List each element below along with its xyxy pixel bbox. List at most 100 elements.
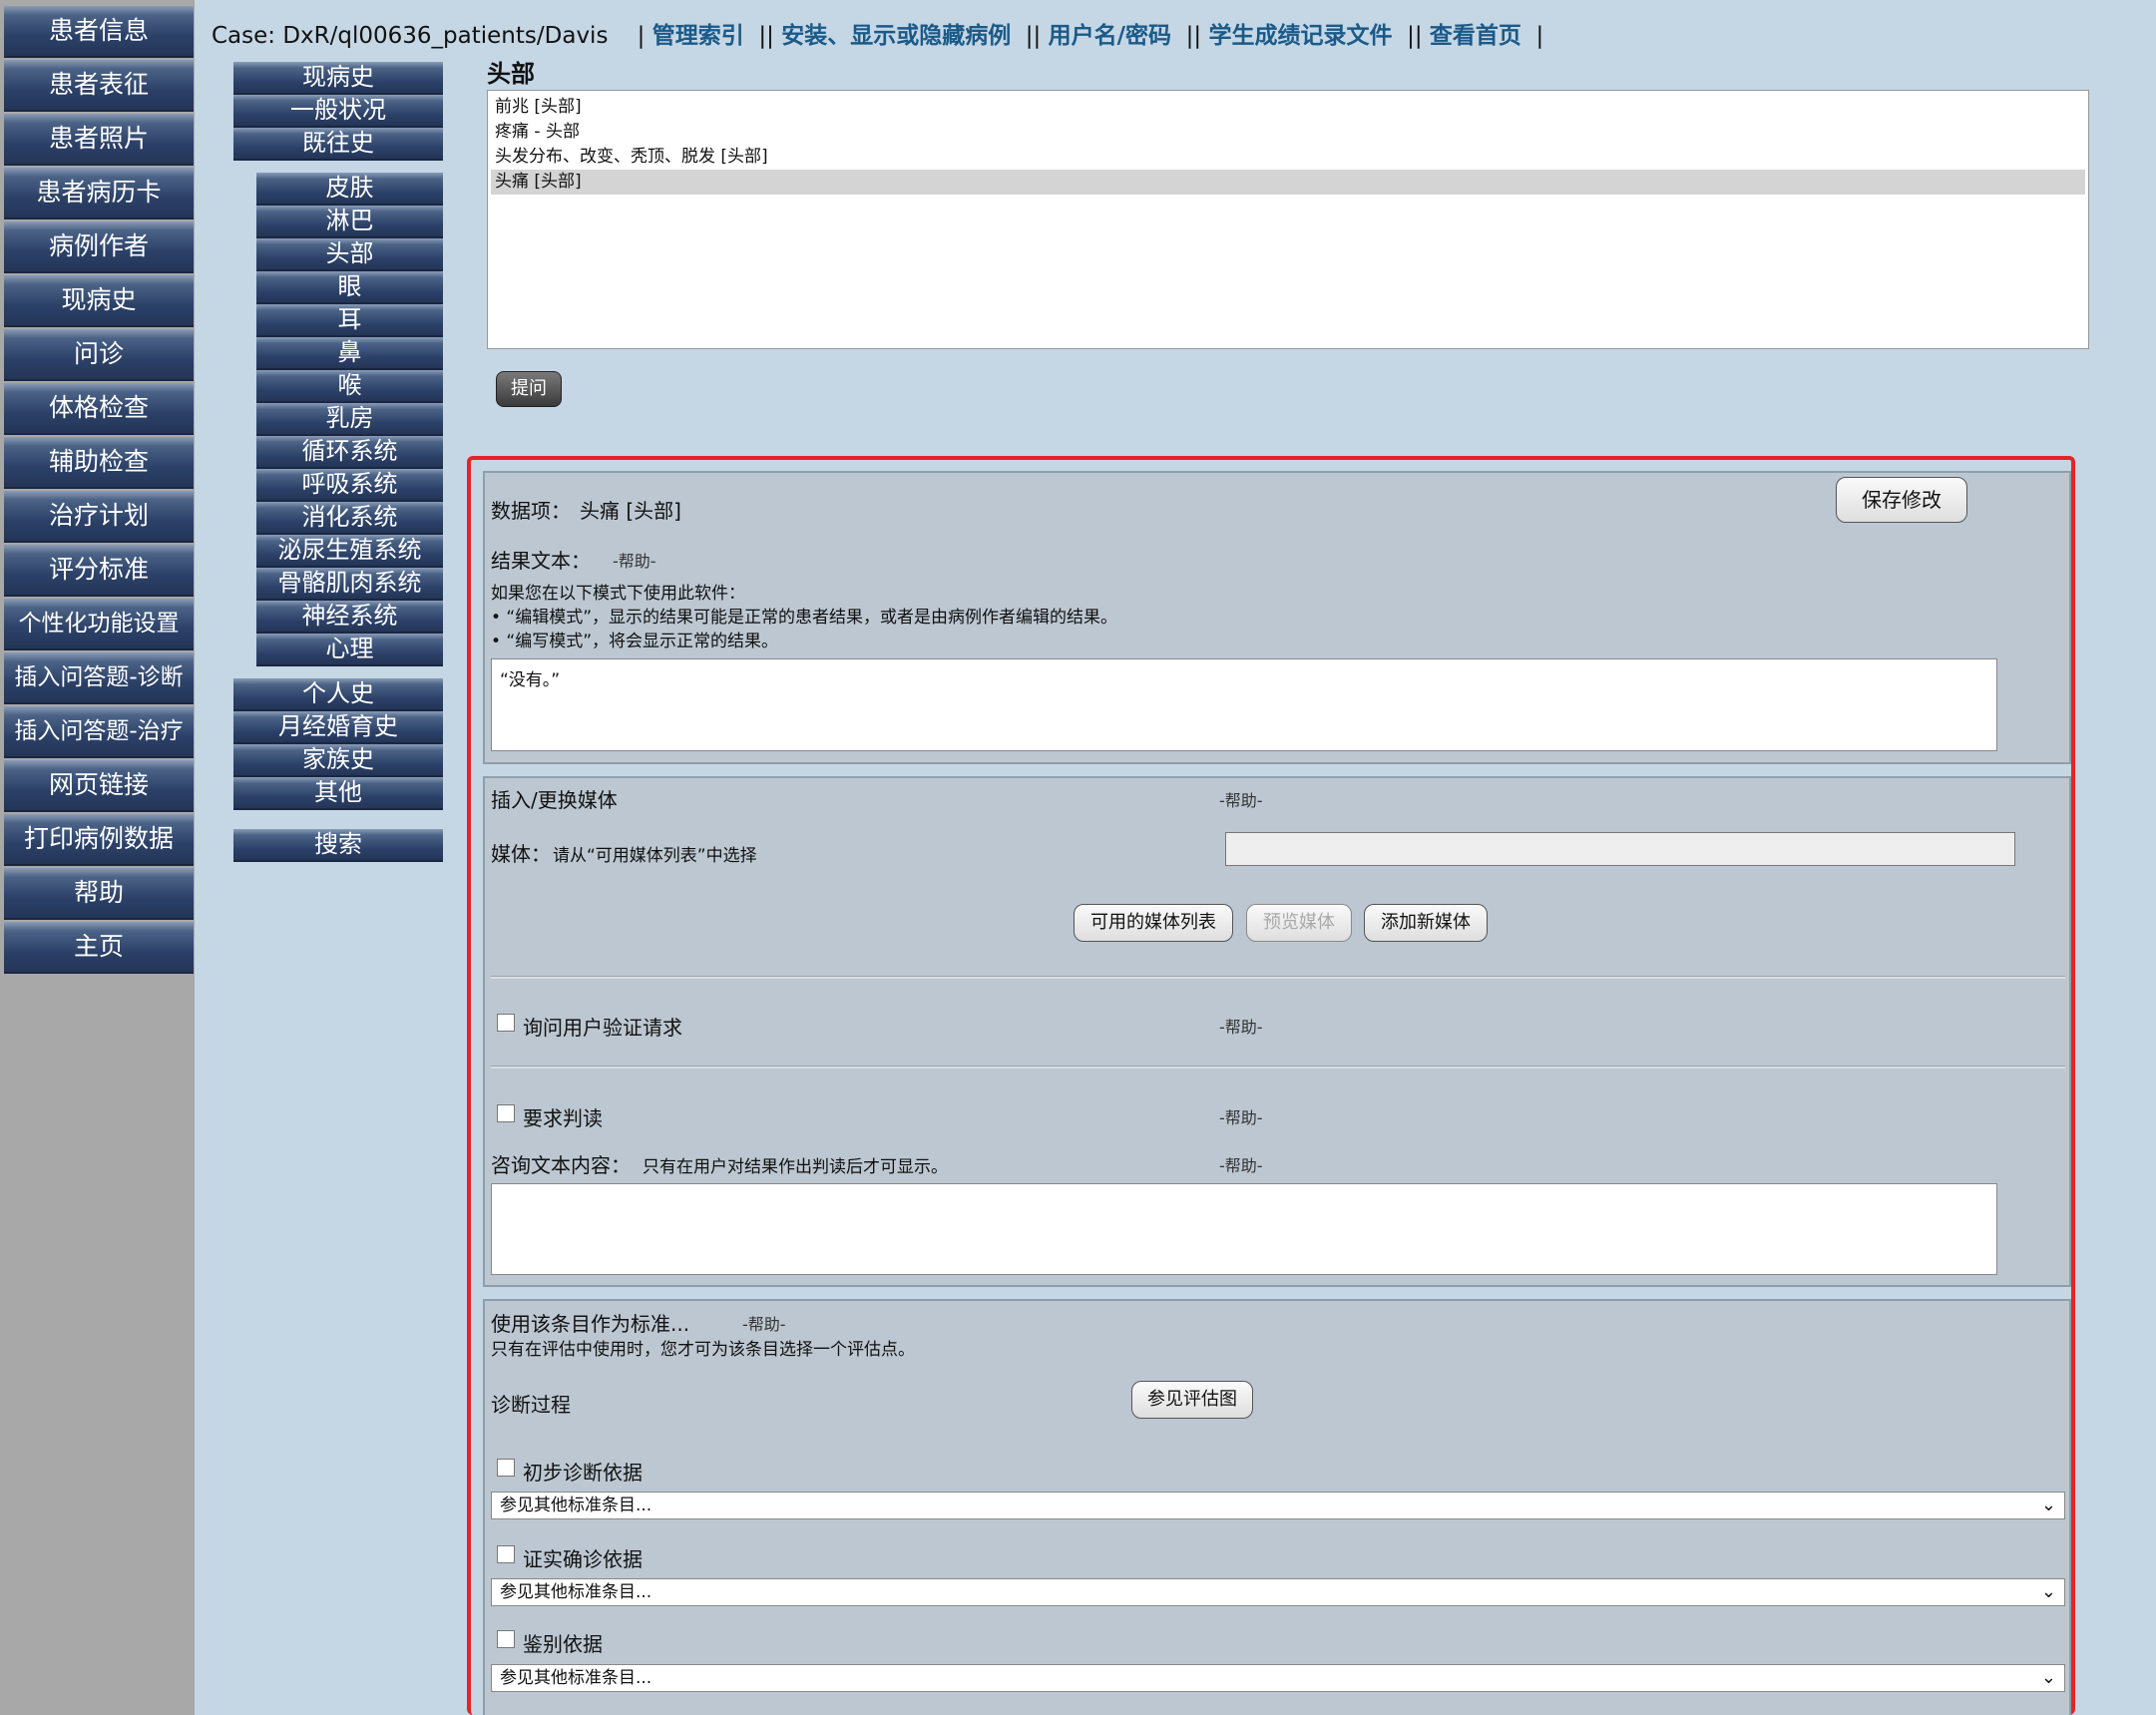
left-nav-item-10[interactable]: 评分标准 [4,545,194,597]
diagnosis-process-label: 诊断过程 [491,1393,571,1417]
initial-diagnosis-checkbox[interactable] [497,1459,515,1477]
left-nav-item-12[interactable]: 插入问答题-诊断 [4,652,194,704]
section-nav-section_nav-group2-9[interactable]: 呼吸系统 [256,469,443,502]
data-item-value: 头痛 [头部] [580,499,681,523]
section-nav-section_nav-group3-2[interactable]: 家族史 [233,744,443,777]
verify-request-checkbox[interactable] [497,1014,515,1032]
section-nav-section_nav-group3-1[interactable]: 月经婚育史 [233,711,443,744]
link-admin-index[interactable]: 管理索引 [652,23,744,49]
link-home-page[interactable]: 查看首页 [1430,23,1521,49]
section-nav-section_nav-group2-2[interactable]: 头部 [256,238,443,271]
media-field[interactable] [1225,832,2015,866]
result-help-link[interactable]: -帮助- [613,548,656,572]
link-student-records[interactable]: 学生成绩记录文件 [1208,23,1392,49]
left-nav-item-16[interactable]: 帮助 [4,868,194,920]
section-nav-section_nav-group1-0[interactable]: 现病史 [233,62,443,95]
differential-diagnosis-label: 鉴别依据 [523,1632,603,1656]
verify-help-link[interactable]: -帮助- [1219,1014,1263,1038]
left-nav-item-1[interactable]: 患者表征 [4,60,194,112]
mode-intro: 如果您在以下模式下使用此软件： [491,584,745,604]
standard-help-link[interactable]: -帮助- [742,1311,786,1335]
link-install-cases[interactable]: 安装、显示或隐藏病例 [781,23,1011,49]
left-nav-item-17[interactable]: 主页 [4,922,194,974]
section-nav-section_nav-group2-8[interactable]: 循环系统 [256,436,443,469]
differential-diagnosis-select[interactable]: 参见其他标准条目... ⌄ [491,1664,2065,1692]
section-nav-section_nav-group2-0[interactable]: 皮肤 [256,173,443,206]
section-nav-section_nav-group2-10[interactable]: 消化系统 [256,502,443,535]
standard-note: 只有在评估中使用时，您才可为该条目选择一个评估点。 [491,1340,915,1360]
consult-text-label: 咨询文本内容： [491,1153,631,1177]
section-nav-section_nav-group1-2[interactable]: 既往史 [233,128,443,161]
section-nav-section_nav-group2-4[interactable]: 耳 [256,304,443,337]
left-nav-item-5[interactable]: 现病史 [4,275,194,327]
top-link-bar: Case: DxR/ql00636_patients/Davis | 管理索引 … [212,23,1544,49]
left-nav-item-8[interactable]: 辅助检查 [4,437,194,489]
section-nav-section_nav-group2-14[interactable]: 心理 [256,634,443,666]
media-hint: 请从“可用媒体列表”中选择 [553,846,757,866]
consult-text-hint: 只有在用户对结果作出判读后才可显示。 [643,1157,948,1177]
left-nav-item-15[interactable]: 打印病例数据 [4,814,194,866]
section-nav-section_nav-group2-1[interactable]: 淋巴 [256,206,443,238]
left-nav-item-13[interactable]: 插入问答题-治疗 [4,706,194,758]
divider [491,1066,2065,1069]
section-nav-section_nav-group2-7[interactable]: 乳房 [256,403,443,436]
consult-help-link[interactable]: -帮助- [1219,1152,1263,1176]
section-nav-section_nav-group2-12[interactable]: 骨骼肌肉系统 [256,568,443,601]
left-nav-item-11[interactable]: 个性化功能设置 [4,599,194,650]
link-username-password[interactable]: 用户名/密码 [1049,23,1171,49]
require-interpretation-label: 要求判读 [523,1106,603,1130]
case-path: Case: DxR/ql00636_patients/Davis [212,23,609,49]
initial-diagnosis-label: 初步诊断依据 [523,1461,643,1485]
findings-list[interactable]: 前兆 [头部] 疼痛 - 头部 头发分布、改变、秃顶、脱发 [头部] 头痛 [头部] [487,90,2089,349]
finding-item[interactable]: 前兆 [头部] [491,95,2085,120]
require-interpretation-checkbox[interactable] [497,1104,515,1122]
finding-item[interactable]: 疼痛 - 头部 [491,120,2085,145]
data-item-label: 数据项： [491,499,571,523]
chevron-down-icon: ⌄ [2040,1667,2056,1688]
mode-write-note: • “编写模式”，将会显示正常的结果。 [491,632,779,651]
left-nav-item-6[interactable]: 问诊 [4,329,194,381]
left-nav-item-9[interactable]: 治疗计划 [4,491,194,543]
section-nav-section_nav-group2-11[interactable]: 泌尿生殖系统 [256,535,443,568]
initial-diagnosis-select[interactable]: 参见其他标准条目... ⌄ [491,1492,2065,1519]
divider [491,976,2065,979]
standard-title: 使用该条目作为标准... [491,1312,690,1336]
confirmed-diagnosis-label: 证实确诊依据 [523,1547,643,1571]
media-label: 媒体： [491,842,551,866]
confirmed-diagnosis-select[interactable]: 参见其他标准条目... ⌄ [491,1578,2065,1606]
media-list-button[interactable]: 可用的媒体列表 [1074,904,1233,942]
section-nav-section_nav-group2-5[interactable]: 鼻 [256,337,443,370]
save-changes-button[interactable]: 保存修改 [1836,477,1967,523]
section-nav-section_nav-group3-3[interactable]: 其他 [233,777,443,810]
left-nav-item-14[interactable]: 网页链接 [4,760,194,812]
preview-media-button[interactable]: 预览媒体 [1246,904,1352,942]
left-nav-item-0[interactable]: 患者信息 [4,6,194,58]
section-nav-section_nav-group3-0[interactable]: 个人史 [233,678,443,711]
left-nav-item-4[interactable]: 病例作者 [4,221,194,273]
media-section-title: 插入/更换媒体 [491,788,618,812]
section-nav-section_nav-group2-6[interactable]: 喉 [256,370,443,403]
evaluation-chart-button[interactable]: 参见评估图 [1131,1381,1253,1419]
section-nav-section_nav-group2-3[interactable]: 眼 [256,271,443,304]
left-nav-item-7[interactable]: 体格检查 [4,383,194,435]
section-nav-section_nav-search[interactable]: 搜索 [233,829,443,862]
media-help-link[interactable]: -帮助- [1219,787,1263,811]
result-textarea[interactable]: “没有。” [491,658,1997,751]
verify-request-label: 询问用户验证请求 [523,1016,682,1040]
result-text-label: 结果文本： [491,549,591,573]
chevron-down-icon: ⌄ [2040,1495,2056,1515]
add-media-button[interactable]: 添加新媒体 [1364,904,1488,942]
ask-button[interactable]: 提问 [496,371,562,407]
section-title: 头部 [487,60,535,88]
left-nav-item-2[interactable]: 患者照片 [4,114,194,166]
finding-item[interactable]: 头痛 [头部] [491,170,2085,195]
differential-diagnosis-checkbox[interactable] [497,1630,515,1648]
left-navigation: 患者信息 患者表征 患者照片 患者病历卡 病例作者 现病史 问诊 体格检查 辅助检查 治疗计划 评分… [0,0,195,1715]
interpretation-help-link[interactable]: -帮助- [1219,1104,1263,1128]
left-nav-item-3[interactable]: 患者病历卡 [4,168,194,219]
section-nav-section_nav-group2-13[interactable]: 神经系统 [256,601,443,634]
finding-item[interactable]: 头发分布、改变、秃顶、脱发 [头部] [491,145,2085,170]
consult-textarea[interactable] [491,1183,1997,1275]
section-nav-section_nav-group1-1[interactable]: 一般状况 [233,95,443,128]
confirmed-diagnosis-checkbox[interactable] [497,1545,515,1563]
